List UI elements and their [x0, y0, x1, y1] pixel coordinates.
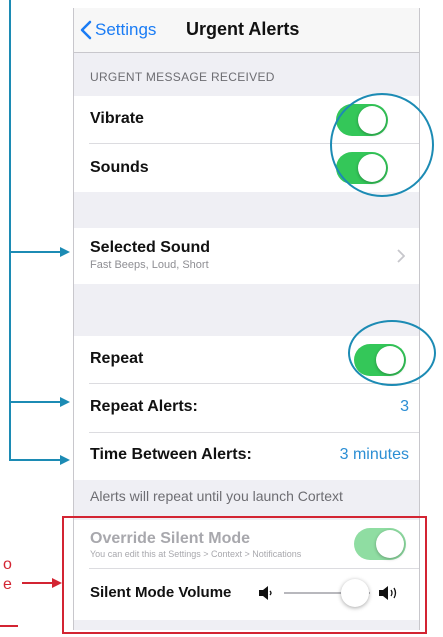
page-title: Urgent Alerts: [186, 19, 300, 39]
divider: [89, 383, 419, 384]
annotation-text-fragment: e: [3, 576, 12, 593]
selected-sound-detail: Fast Beeps, Loud, Short: [90, 259, 209, 271]
selected-sound-row[interactable]: Selected Sound Fast Beeps, Loud, Short: [74, 228, 419, 284]
repeat-alerts-label: Repeat Alerts:: [90, 398, 198, 415]
annotation-circle: [348, 320, 436, 386]
time-between-label: Time Between Alerts:: [90, 446, 252, 463]
repeat-label: Repeat: [90, 350, 144, 367]
chevron-left-icon: [80, 20, 92, 40]
annotation-text-fragment: o: [3, 556, 12, 573]
divider: [89, 432, 419, 433]
selected-sound-label: Selected Sound: [90, 239, 211, 256]
navigation-bar: Settings Urgent Alerts: [74, 8, 419, 53]
section-header: URGENT MESSAGE RECEIVED: [90, 70, 275, 84]
repeat-footer-note: Alerts will repeat until you launch Cort…: [90, 488, 343, 504]
vibrate-label: Vibrate: [90, 110, 144, 127]
annotation-arrow: [22, 578, 62, 588]
time-between-value: 3 minutes: [339, 446, 409, 463]
back-button[interactable]: Settings: [80, 18, 156, 42]
sounds-label: Sounds: [90, 159, 149, 176]
back-label: Settings: [95, 20, 157, 39]
annotation-underline: [0, 625, 18, 627]
repeat-alerts-value: 3: [400, 398, 409, 415]
annotation-box: [62, 516, 427, 634]
annotation-circle: [330, 93, 434, 197]
chevron-right-icon: [397, 249, 405, 263]
annotation-bracket: [9, 0, 70, 465]
